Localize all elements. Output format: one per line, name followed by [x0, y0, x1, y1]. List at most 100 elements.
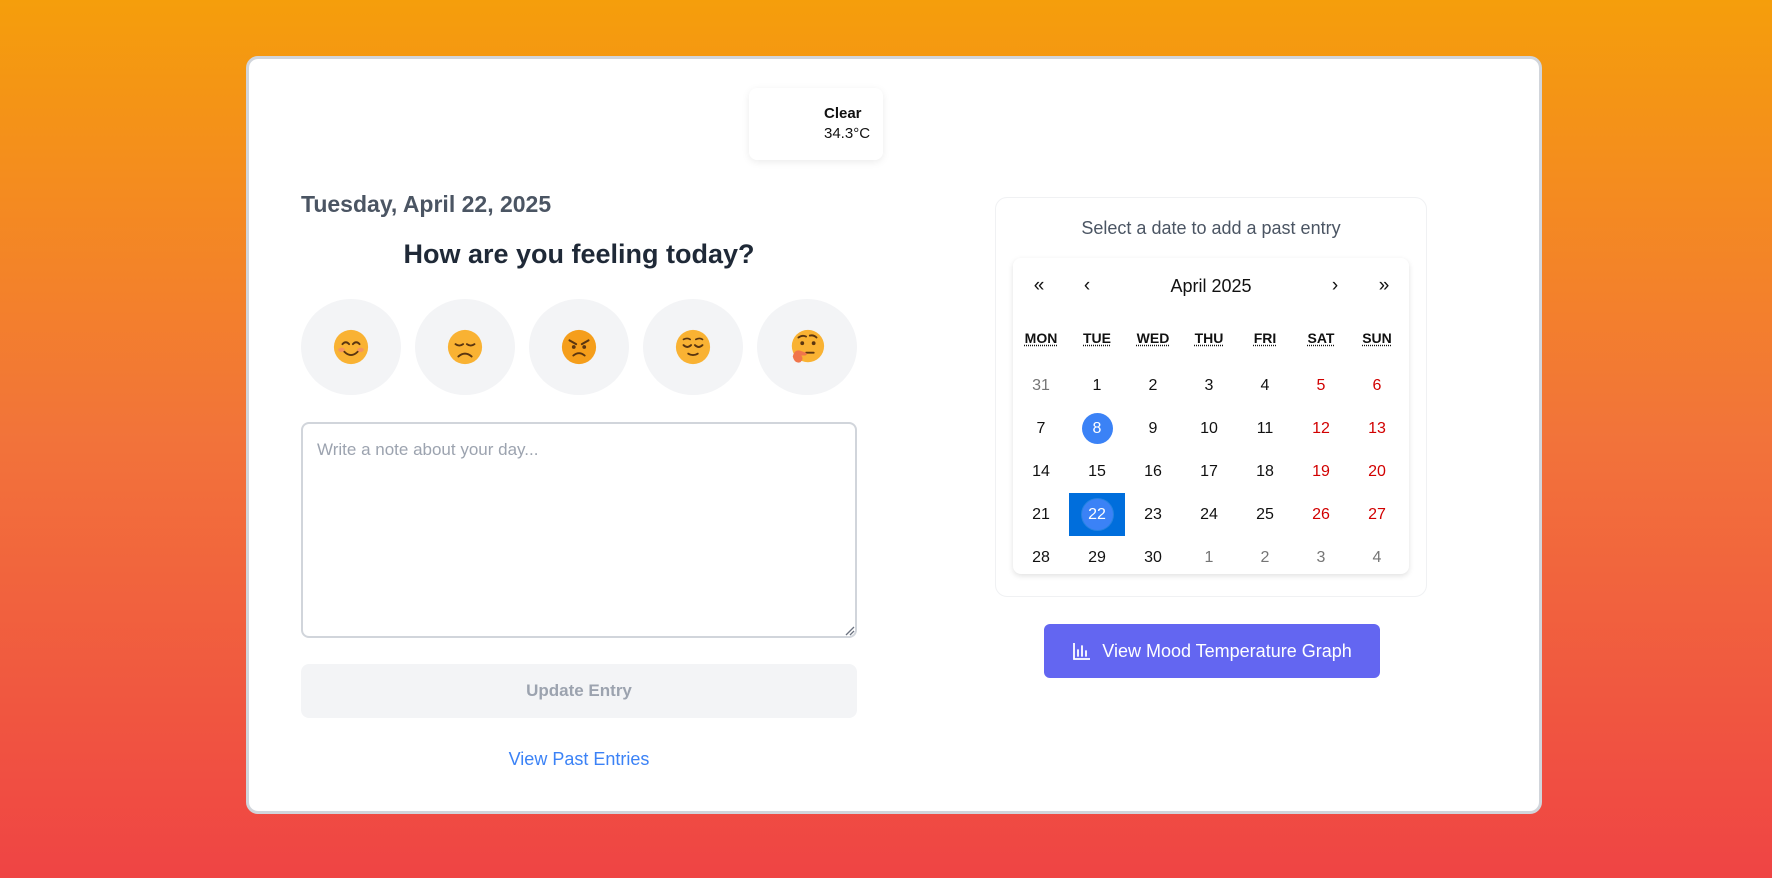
calendar-day-11[interactable]: 11	[1237, 407, 1293, 450]
calendar-day-number: 31	[1032, 376, 1050, 394]
calendar-day-24[interactable]: 24	[1181, 493, 1237, 536]
calendar-day-number: 3	[1316, 548, 1326, 566]
calendar-day-25[interactable]: 25	[1237, 493, 1293, 536]
mood-button-relieved[interactable]	[643, 299, 743, 395]
calendar-month-label[interactable]: April 2025	[1093, 270, 1329, 302]
next-month-button[interactable]: ›	[1317, 270, 1353, 302]
relieved-face-icon	[675, 329, 711, 365]
calendar-day-number: 15	[1088, 462, 1106, 480]
calendar-day-8[interactable]: 8	[1069, 407, 1125, 450]
calendar-day-number: 19	[1312, 462, 1330, 480]
prev-year-button[interactable]: «	[1021, 270, 1057, 302]
disappointed-face-icon	[447, 329, 483, 365]
calendar-day-number: 28	[1032, 548, 1050, 566]
calendar-instruction: Select a date to add a past entry	[1081, 218, 1341, 238]
calendar-day-number: 14	[1032, 462, 1050, 480]
calendar-day-27[interactable]: 27	[1349, 493, 1405, 536]
calendar-day-14[interactable]: 14	[1013, 450, 1069, 493]
bar-chart-icon	[1073, 643, 1091, 660]
calendar-day-number: 18	[1256, 462, 1274, 480]
calendar-day-10[interactable]: 10	[1181, 407, 1237, 450]
calendar-day-17[interactable]: 17	[1181, 450, 1237, 493]
weekday-sun: SUN	[1362, 330, 1392, 346]
calendar-day-number: 21	[1032, 505, 1050, 523]
calendar-day-18[interactable]: 18	[1237, 450, 1293, 493]
mood-selector	[301, 299, 857, 395]
mood-button-angry[interactable]	[529, 299, 629, 395]
calendar-day-4[interactable]: 4	[1237, 364, 1293, 407]
calendar-day-16[interactable]: 16	[1125, 450, 1181, 493]
calendar-day-number: 13	[1368, 419, 1386, 437]
weekday-tue: TUE	[1083, 330, 1111, 346]
calendar-navigation: « ‹ April 2025 › »	[1013, 270, 1409, 302]
calendar-day-19[interactable]: 19	[1293, 450, 1349, 493]
calendar-day-29[interactable]: 29	[1069, 536, 1125, 579]
mood-question: How are you feeling today?	[403, 239, 755, 269]
calendar-day-number: 4	[1260, 376, 1270, 394]
calendar-day-5[interactable]: 5	[1293, 364, 1349, 407]
mood-button-thinking[interactable]	[757, 299, 857, 395]
calendar-day-9[interactable]: 9	[1125, 407, 1181, 450]
view-mood-graph-button[interactable]: View Mood Temperature Graph	[1044, 624, 1380, 678]
calendar-day-13[interactable]: 13	[1349, 407, 1405, 450]
entry-date-heading: Tuesday, April 22, 2025	[301, 191, 552, 217]
calendar-days-grid: 31 1 2 3 4 5 6 7 8 9 10 11 12 13 14 15 16 17 18 19 20 21 22 23 2…	[1013, 364, 1405, 579]
calendar-day-number: 2	[1148, 376, 1158, 394]
mood-button-sad[interactable]	[415, 299, 515, 395]
weekday-mon: MON	[1024, 330, 1058, 346]
calendar-day-neighbor[interactable]: 4	[1349, 536, 1405, 579]
note-textarea[interactable]	[301, 422, 857, 638]
calendar-panel: Select a date to add a past entry « ‹ Ap…	[995, 197, 1427, 597]
weekday-wed: WED	[1136, 330, 1170, 346]
calendar-day-22[interactable]: 22	[1069, 493, 1125, 536]
resize-handle-icon[interactable]	[843, 624, 855, 636]
calendar-day-number: 16	[1144, 462, 1162, 480]
calendar-day-7[interactable]: 7	[1013, 407, 1069, 450]
calendar-day-21[interactable]: 21	[1013, 493, 1069, 536]
calendar-day-number: 4	[1372, 548, 1382, 566]
calendar-day-number: 7	[1036, 419, 1046, 437]
calendar-day-number: 3	[1204, 376, 1214, 394]
calendar-day-15[interactable]: 15	[1069, 450, 1125, 493]
calendar-day-6[interactable]: 6	[1349, 364, 1405, 407]
journal-card: Clear 34.3°C Tuesday, April 22, 2025 How…	[246, 56, 1542, 814]
calendar-day-12[interactable]: 12	[1293, 407, 1349, 450]
calendar-day-number: 29	[1088, 548, 1106, 566]
calendar-day-28[interactable]: 28	[1013, 536, 1069, 579]
weekday-fri: FRI	[1253, 330, 1277, 346]
calendar-day-neighbor[interactable]: 3	[1293, 536, 1349, 579]
view-past-entries-link[interactable]: View Past Entries	[301, 749, 857, 770]
calendar-day-neighbor[interactable]: 1	[1181, 536, 1237, 579]
calendar-day-30[interactable]: 30	[1125, 536, 1181, 579]
calendar-day-number: 27	[1368, 505, 1386, 523]
calendar-day-number: 11	[1256, 419, 1274, 437]
calendar-day-number: 17	[1200, 462, 1218, 480]
calendar-day-number: 2	[1260, 548, 1270, 566]
moon-icon	[782, 114, 790, 130]
update-entry-button[interactable]: Update Entry	[301, 664, 857, 718]
calendar-day-20[interactable]: 20	[1349, 450, 1405, 493]
weekday-header: MON TUE WED THU FRI SAT SUN	[1013, 330, 1409, 346]
calendar-day-number: 8	[1092, 419, 1102, 437]
calendar: « ‹ April 2025 › » MON TUE WED THU FRI SAT SUN…	[1013, 258, 1409, 574]
weather-condition: Clear	[824, 105, 862, 122]
calendar-day-number: 5	[1316, 376, 1326, 394]
next-year-button[interactable]: »	[1366, 270, 1402, 302]
view-mood-graph-label: View Mood Temperature Graph	[1102, 640, 1352, 661]
mood-button-happy[interactable]	[301, 299, 401, 395]
calendar-day-number: 23	[1144, 505, 1162, 523]
calendar-day-number: 22	[1088, 505, 1106, 523]
calendar-day-23[interactable]: 23	[1125, 493, 1181, 536]
calendar-day-26[interactable]: 26	[1293, 493, 1349, 536]
smiling-face-icon	[333, 329, 369, 365]
calendar-day-number: 1	[1092, 376, 1102, 394]
calendar-day-number: 25	[1256, 505, 1274, 523]
calendar-day-neighbor[interactable]: 2	[1237, 536, 1293, 579]
calendar-day-neighbor[interactable]: 31	[1013, 364, 1069, 407]
calendar-day-number: 10	[1200, 419, 1218, 437]
calendar-day-number: 20	[1368, 462, 1386, 480]
calendar-day-2[interactable]: 2	[1125, 364, 1181, 407]
calendar-day-3[interactable]: 3	[1181, 364, 1237, 407]
calendar-day-1[interactable]: 1	[1069, 364, 1125, 407]
calendar-day-number: 9	[1148, 419, 1158, 437]
